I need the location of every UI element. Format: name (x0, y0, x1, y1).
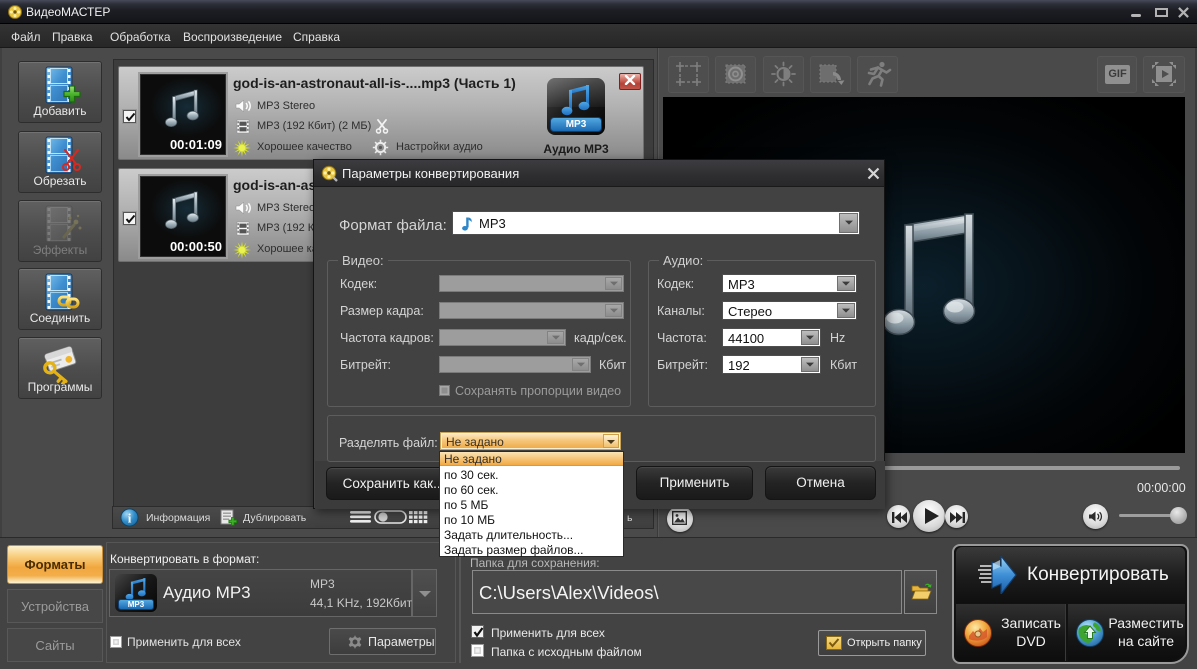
svg-text:i: i (128, 511, 132, 526)
